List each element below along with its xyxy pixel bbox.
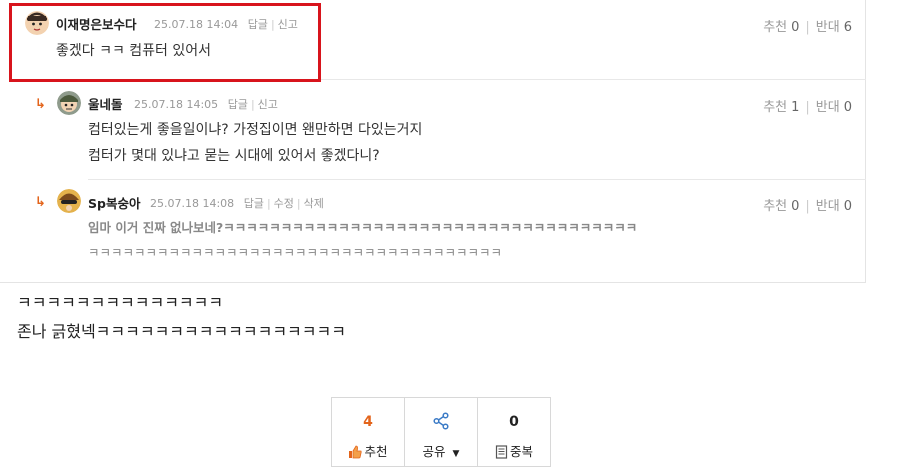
comment-date: 25.07.18 14:05 <box>134 98 219 111</box>
comment-meta: 25.07.18 14:08 답글 | 수정 | 삭제 <box>150 197 324 210</box>
downvote-button[interactable]: 반대 0 <box>816 100 852 115</box>
share-button[interactable]: 공유 ▼ <box>405 398 478 466</box>
upvote-button[interactable]: 추천 0 <box>763 20 799 35</box>
comment-body: 컴터있는게 좋을일이냐? 가정집이면 왠만하면 다있는거지 컴터가 몇대 있냐고… <box>88 122 423 164</box>
report-link[interactable]: 신고 <box>258 98 278 111</box>
thumbs-up-icon <box>349 445 363 459</box>
comment-votes: 추천 1 | 반대 0 <box>763 100 852 115</box>
comment-reply: ↳ 울네돌 25.07.18 14:05 답글 | 신고 추천 1 | 반대 0 컴터있는게… <box>0 80 866 180</box>
edit-link[interactable]: 수정 <box>274 197 294 210</box>
upvote-button[interactable]: 추천 1 <box>763 100 799 115</box>
recommend-button[interactable]: 4 추천 <box>332 398 405 466</box>
duplicate-button[interactable]: 0 중복 <box>478 398 550 466</box>
upvote-button[interactable]: 추천 0 <box>763 199 799 214</box>
user-avatar[interactable] <box>57 91 81 115</box>
duplicate-label: 중복 <box>509 444 533 459</box>
downvote-button[interactable]: 반대 6 <box>816 20 852 35</box>
post-content-line: ㅋㅋㅋㅋㅋㅋㅋㅋㅋㅋㅋㅋㅋㅋ <box>17 293 224 312</box>
post-content-line: 존나 긁혔넥ㅋㅋㅋㅋㅋㅋㅋㅋㅋㅋㅋㅋㅋㅋㅋㅋㅋ <box>17 322 346 341</box>
downvote-button[interactable]: 반대 0 <box>816 199 852 214</box>
share-label: 공유 <box>422 444 446 459</box>
document-icon <box>495 445 508 459</box>
reply-link[interactable]: 답글 <box>228 98 248 111</box>
highlight-box <box>9 3 321 82</box>
reply-arrow-icon: ↳ <box>35 195 46 210</box>
comment-date: 25.07.18 14:08 <box>150 197 235 210</box>
duplicate-count: 0 <box>509 414 519 430</box>
post-action-bar: 4 추천 공유 ▼ 0 중복 <box>331 397 551 467</box>
share-icon <box>433 412 449 430</box>
comment-votes: 추천 0 | 반대 0 <box>763 199 852 214</box>
reply-link[interactable]: 답글 <box>244 197 264 210</box>
recommend-label: 추천 <box>364 444 388 459</box>
comment-author[interactable]: 울네돌 <box>88 94 123 113</box>
comment-body: 임마 이거 진짜 없나보네?ㅋㅋㅋㅋㅋㅋㅋㅋㅋㅋㅋㅋㅋㅋㅋㅋㅋㅋㅋㅋㅋㅋㅋㅋㅋㅋ… <box>88 220 638 260</box>
comment-meta: 25.07.18 14:05 답글 | 신고 <box>134 98 278 111</box>
delete-link[interactable]: 삭제 <box>304 197 324 210</box>
comment-author[interactable]: Sp복숭아 <box>88 193 140 212</box>
caret-down-icon: ▼ <box>452 449 460 459</box>
comment-votes: 추천 0 | 반대 6 <box>763 20 852 35</box>
reply-arrow-icon: ↳ <box>35 97 46 112</box>
recommend-count: 4 <box>363 414 373 430</box>
user-avatar[interactable] <box>57 189 81 213</box>
comment-reply: ↳ Sp복숭아 25.07.18 14:08 답글 | 수정 | 삭제 추천 0 | 반대 0 … <box>0 180 866 283</box>
